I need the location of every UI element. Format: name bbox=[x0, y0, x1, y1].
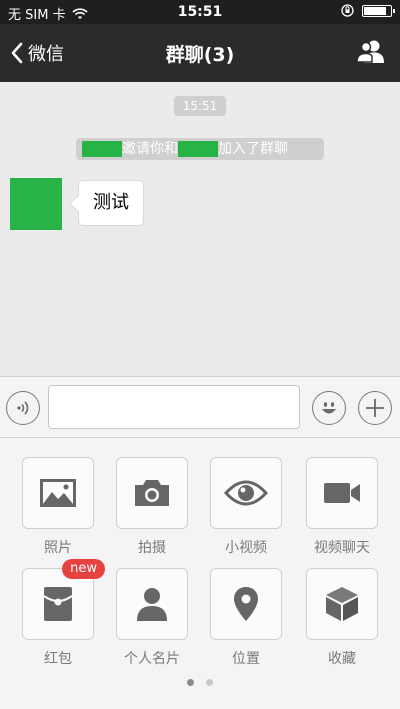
panel-item-video-chat[interactable]: 视频聊天 bbox=[295, 457, 389, 557]
short-video-button[interactable] bbox=[210, 457, 282, 529]
back-label: 微信 bbox=[28, 44, 64, 65]
status-bar: 无 SIM 卡 15:51 bbox=[0, 0, 400, 24]
panel-item-label: 小视频 bbox=[225, 540, 267, 556]
more-button[interactable] bbox=[358, 391, 392, 425]
page-dot-2[interactable] bbox=[206, 679, 213, 686]
new-badge: new bbox=[62, 559, 105, 579]
panel-item-photo[interactable]: 照片 bbox=[11, 457, 105, 557]
message-input[interactable] bbox=[48, 385, 300, 429]
camera-icon bbox=[135, 480, 169, 506]
location-button[interactable] bbox=[210, 568, 282, 640]
group-info-button[interactable] bbox=[356, 38, 386, 68]
more-panel: 照片 拍摄 小视频 视频聊天 new 红包 个人名片 位置 收藏 bbox=[0, 438, 400, 709]
timestamp: 15:51 bbox=[174, 96, 226, 116]
panel-item-camera[interactable]: 拍摄 bbox=[105, 457, 199, 557]
page-indicator[interactable] bbox=[0, 679, 400, 686]
system-message: 邀请你和 加入了群聊 bbox=[76, 138, 324, 160]
photo-button[interactable] bbox=[22, 457, 94, 529]
panel-item-label: 红包 bbox=[44, 651, 72, 667]
page-dot-1[interactable] bbox=[187, 679, 194, 686]
panel-item-label: 位置 bbox=[232, 651, 260, 667]
red-packet-button[interactable]: new bbox=[22, 559, 105, 640]
panel-item-location[interactable]: 位置 bbox=[199, 568, 293, 668]
emoji-button[interactable] bbox=[312, 391, 346, 425]
status-right bbox=[341, 4, 395, 17]
status-time: 15:51 bbox=[177, 4, 223, 20]
sender-avatar[interactable] bbox=[10, 178, 62, 230]
panel-item-label: 视频聊天 bbox=[314, 540, 370, 556]
panel-item-short-video[interactable]: 小视频 bbox=[199, 457, 293, 557]
panel-item-red-packet[interactable]: new 红包 bbox=[11, 559, 105, 668]
panel-item-label: 照片 bbox=[44, 540, 72, 556]
cube-icon bbox=[326, 587, 358, 621]
panel-item-contact-card[interactable]: 个人名片 bbox=[105, 568, 199, 668]
camera-button[interactable] bbox=[116, 457, 188, 529]
redacted-name bbox=[82, 141, 122, 157]
joined-text: 加入了群聊 bbox=[218, 141, 288, 157]
photo-icon bbox=[40, 479, 76, 507]
invite-text: 邀请你和 bbox=[122, 141, 178, 157]
video-chat-button[interactable] bbox=[306, 457, 378, 529]
chat-area[interactable]: 15:51 邀请你和 加入了群聊 测试 bbox=[0, 82, 400, 376]
panel-item-favorites[interactable]: 收藏 bbox=[295, 568, 389, 668]
panel-item-label: 个人名片 bbox=[124, 651, 180, 667]
message-bubble[interactable]: 测试 bbox=[78, 180, 144, 226]
eye-icon bbox=[224, 480, 268, 506]
group-members-icon bbox=[356, 40, 384, 63]
panel-item-label: 拍摄 bbox=[138, 540, 166, 556]
red-envelope-icon bbox=[43, 587, 73, 621]
location-pin-icon bbox=[234, 587, 258, 621]
panel-item-label: 收藏 bbox=[328, 651, 356, 667]
person-icon bbox=[137, 588, 167, 621]
input-bar bbox=[0, 376, 400, 438]
nav-bar: 微信 群聊(3) bbox=[0, 24, 400, 82]
back-button[interactable]: 微信 bbox=[10, 40, 64, 66]
favorites-button[interactable] bbox=[306, 568, 378, 640]
smiley-icon bbox=[322, 402, 336, 414]
contact-card-button[interactable] bbox=[116, 568, 188, 640]
battery-fill bbox=[364, 6, 386, 15]
voice-button[interactable] bbox=[6, 391, 40, 425]
chevron-left-icon bbox=[11, 42, 23, 64]
plus-icon bbox=[366, 399, 384, 417]
video-camera-icon bbox=[324, 483, 360, 503]
redacted-name bbox=[178, 141, 218, 157]
battery-icon bbox=[362, 4, 395, 17]
voice-icon bbox=[17, 401, 29, 415]
orientation-lock-icon bbox=[341, 4, 354, 17]
